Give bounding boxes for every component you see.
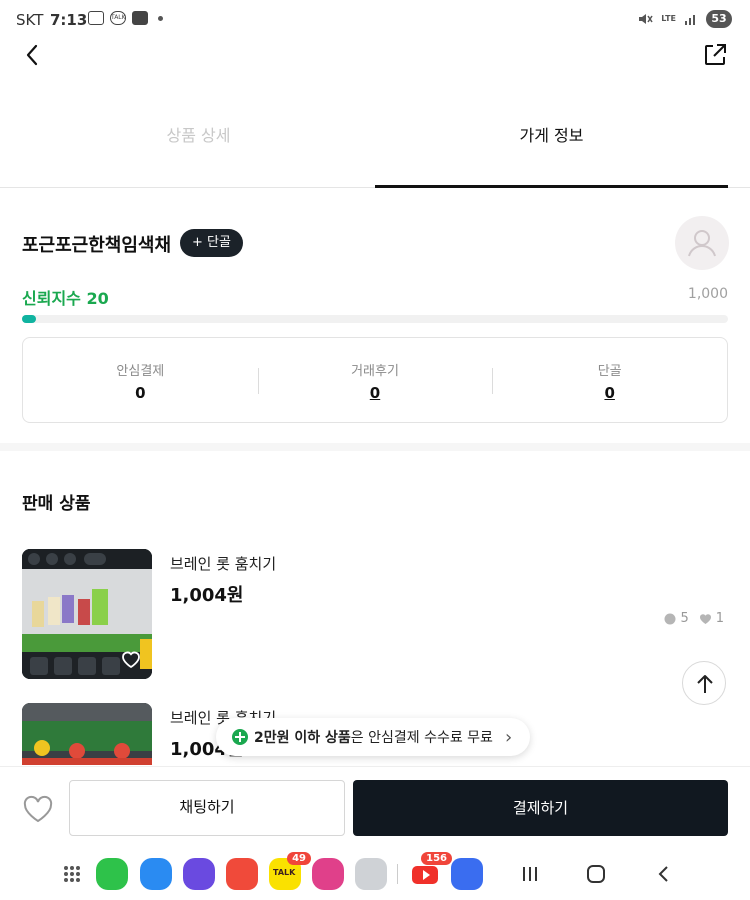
screenshot-icon [88, 11, 104, 25]
tab-product-detail[interactable]: 상품 상세 [22, 100, 375, 188]
carrier-label: SKT [16, 11, 44, 29]
stat-value[interactable]: 0 [492, 384, 727, 402]
user-icon [688, 230, 716, 257]
product-thumbnail [22, 549, 152, 679]
internet-app-icon[interactable] [183, 858, 215, 890]
product-title: 브레인 롯 훔치기 [170, 555, 277, 573]
signal-icon [685, 15, 695, 25]
trust-score-max: 1,000 [687, 286, 728, 302]
battery-indicator: 53 [706, 10, 732, 28]
chat-bubble-icon [664, 613, 676, 624]
tab-store-info[interactable]: 가게 정보 [375, 100, 728, 188]
add-regular-button[interactable]: + 단골 [180, 229, 243, 257]
toast-rest: 은 안심결제 수수료 무료 [350, 730, 493, 746]
external-share-icon [705, 44, 726, 65]
camera-app-icon[interactable] [355, 858, 387, 890]
network-type: LTE [661, 14, 676, 23]
stat-value: 0 [135, 384, 146, 402]
section-title: 판매 상품 [22, 494, 91, 514]
heart-filled-icon [699, 613, 711, 624]
messages-app-icon[interactable] [140, 858, 172, 890]
toast-highlight: 2만원 이하 상품 [254, 730, 351, 746]
scroll-to-top-button[interactable] [682, 661, 726, 705]
fee-notice-toast[interactable]: 2만원 이하 상품은 안심결제 수수료 무료 › [216, 718, 531, 756]
system-navigation-bar: TALK 49 156 [0, 850, 750, 900]
section-divider [0, 443, 750, 451]
chat-count-value: 5 [680, 611, 689, 626]
stat-reviews[interactable]: 거래후기 0 [257, 338, 493, 422]
arrow-up-icon [697, 675, 713, 693]
app-drawer-icon[interactable] [58, 858, 90, 890]
product-meta: 5 1 [664, 611, 724, 626]
trust-score-label: 신뢰지수 20 [22, 289, 109, 308]
toast-text: 2만원 이하 상품은 안심결제 수수료 무료 [254, 727, 493, 747]
stat-value[interactable]: 0 [258, 384, 493, 402]
product-price: 1,004원 [170, 585, 244, 606]
back-button[interactable] [18, 40, 48, 70]
dock-divider [397, 864, 398, 884]
store-avatar[interactable] [675, 216, 729, 270]
gallery-app-icon[interactable] [312, 858, 344, 890]
notification-badge: 156 [421, 852, 452, 865]
mute-icon [639, 14, 653, 24]
like-button[interactable] [22, 794, 54, 824]
system-back-button[interactable] [654, 864, 674, 884]
roblox-app-icon[interactable] [451, 858, 483, 890]
phone-app-icon[interactable] [96, 858, 128, 890]
home-button[interactable] [586, 864, 606, 884]
chevron-right-icon: › [504, 726, 513, 748]
chat-button[interactable]: 채팅하기 [69, 780, 345, 836]
trust-progress-track [22, 315, 728, 323]
kakaotalk-notification-icon: TALK [110, 11, 126, 25]
more-notifications-icon [158, 15, 163, 21]
stat-label: 단골 [597, 364, 622, 379]
heart-icon [23, 795, 53, 823]
store-stats: 안심결제 0 거래후기 0 단골 0 [22, 337, 728, 423]
heart-icon[interactable] [120, 649, 142, 669]
notification-icons: TALK [88, 11, 163, 25]
stat-safe-payment: 안심결제 0 [23, 338, 258, 422]
kakaotalk-app-icon[interactable]: TALK 49 [269, 852, 311, 890]
store-name: 포근포근한책임색채 [22, 235, 172, 256]
stat-label: 안심결제 [116, 364, 165, 379]
active-tab-indicator [375, 185, 728, 188]
recent-apps-button[interactable] [520, 864, 540, 884]
share-button[interactable] [702, 42, 728, 68]
like-count-value: 1 [715, 611, 724, 626]
product-item[interactable]: 브레인 롯 훔치기 1,004원 5 1 [22, 549, 728, 681]
tab-bar: 상품 상세 가게 정보 [0, 100, 750, 188]
clock: 7:13 [50, 11, 88, 29]
stat-label: 거래후기 [351, 364, 399, 379]
status-bar: SKT 7:13 TALK LTE 53 [0, 0, 750, 40]
stat-regulars[interactable]: 단골 0 [492, 338, 727, 422]
plus-circle-icon [232, 729, 248, 745]
app-notification-icon [132, 11, 148, 25]
product-thumbnail [22, 703, 152, 765]
notification-badge: 49 [287, 852, 311, 865]
youtube-app-icon[interactable]: 156 [410, 852, 452, 890]
chat-count: 5 [664, 611, 689, 626]
kakaotalk-label: TALK [273, 868, 296, 877]
like-count: 1 [699, 611, 724, 626]
chevron-left-icon [26, 44, 38, 66]
trust-progress-fill [22, 315, 37, 323]
bottom-action-bar: 채팅하기 결제하기 [0, 766, 750, 850]
system-icons: LTE 53 [637, 10, 732, 28]
pay-button[interactable]: 결제하기 [353, 780, 728, 836]
notes-app-icon[interactable] [226, 858, 258, 890]
